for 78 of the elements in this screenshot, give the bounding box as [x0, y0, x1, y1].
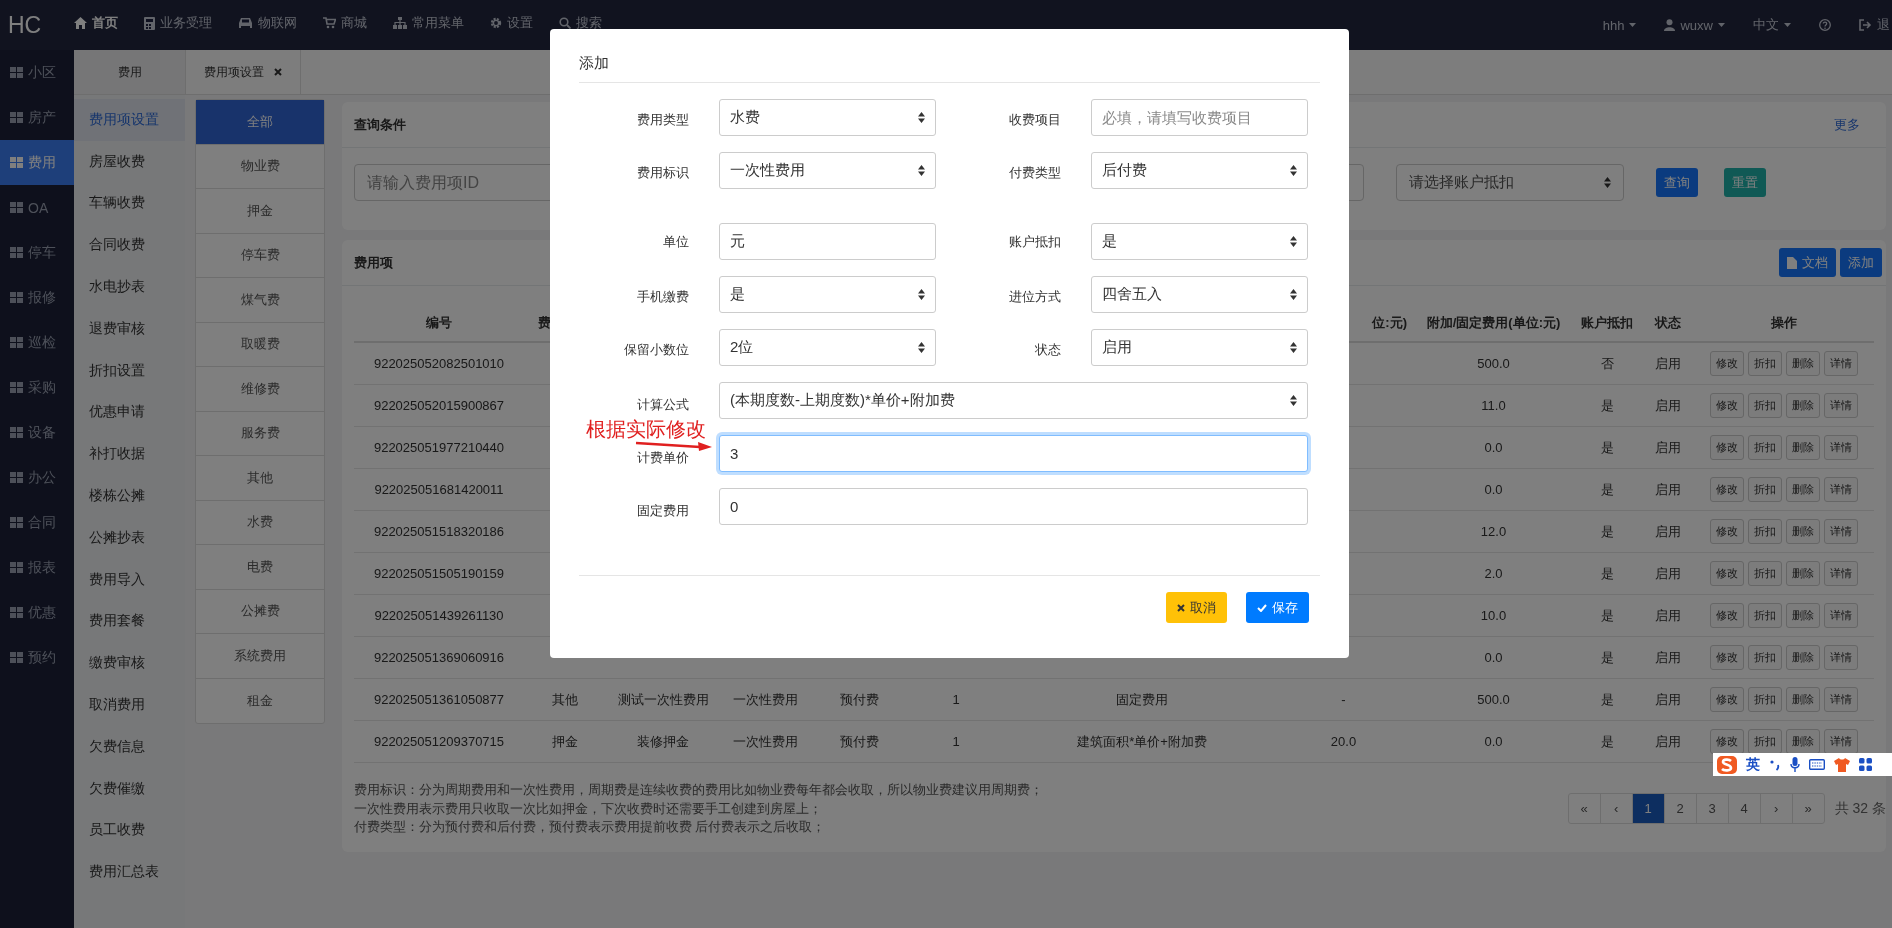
table-cell: 922025051505190159 [373, 566, 505, 581]
field-label: 计费单价 [637, 450, 689, 465]
table-cell: 启用 [1655, 397, 1681, 413]
table-cell: 启用 [1655, 691, 1681, 707]
field-label: 费用类型 [637, 111, 689, 127]
table-cell: 11.0 [1481, 398, 1506, 413]
table-cell: - [1341, 692, 1346, 707]
table-cell: 是 [1600, 607, 1614, 623]
table-cell: 启用 [1655, 523, 1681, 539]
field-label: 单位 [663, 234, 689, 249]
table-cell: 启用 [1655, 607, 1681, 623]
table-cell: 922025051209370715 [373, 734, 505, 749]
table-cell: 1 [952, 734, 960, 749]
table-cell: 是 [1600, 397, 1614, 413]
column-header: 位:元) [1372, 315, 1407, 330]
table-cell: 10.0 [1480, 608, 1507, 623]
table-cell: 启用 [1655, 439, 1681, 455]
table-cell: 是 [1600, 649, 1614, 665]
table-cell: 922025052015900867 [373, 398, 505, 413]
table-cell: 1 [952, 692, 960, 707]
card-title: 查询条件 [354, 115, 406, 134]
table-cell: 启用 [1655, 481, 1681, 497]
column-header: 编号 [426, 315, 452, 330]
field-label: 费用标识 [637, 164, 689, 180]
table-cell: 是 [1600, 565, 1614, 581]
table-cell: 预付费 [839, 691, 879, 707]
table-cell: 是 [1600, 733, 1614, 749]
column-header: 附加/固定费用(单位:元) [1426, 315, 1561, 330]
table-cell: 固定费用 [1116, 691, 1168, 707]
table-cell: 922025051518320186 [373, 524, 505, 539]
table-cell: 是 [1600, 523, 1614, 539]
field-label: 账户抵扣 [1009, 234, 1061, 249]
table-cell: 装修押金 [637, 733, 689, 749]
column-header: 费 [538, 315, 551, 330]
card-title: 费用项 [354, 253, 393, 272]
table-cell: 否 [1600, 355, 1614, 371]
field-label: 状态 [1035, 341, 1061, 357]
column-header: 状态 [1655, 315, 1681, 330]
table-cell: 启用 [1655, 565, 1681, 581]
table-cell: 922025051439261130 [374, 608, 504, 623]
table-cell: 是 [1600, 481, 1614, 497]
table-cell: 其他 [552, 691, 578, 707]
note-text: 付费类型：分为预付费和后付费，预付费表示费用提前收费 后付费表示之后收取； [354, 819, 827, 836]
field-label: 手机缴费 [637, 288, 689, 304]
annotation-text: 根据实际修改 [586, 418, 706, 441]
table-cell: 预付费 [839, 733, 879, 749]
table-cell: 12.0 [1480, 524, 1507, 539]
field-label: 付费类型 [1009, 164, 1061, 180]
total-count: 共 32 条 [1834, 799, 1886, 818]
table-cell: 922025051361050877 [373, 692, 505, 707]
table-cell: 922025051681420011 [374, 482, 504, 497]
table-cell: 启用 [1655, 355, 1681, 371]
field-label: 固定费用 [637, 503, 689, 518]
table-cell: 0.0 [1484, 734, 1503, 749]
column-header: 账户抵扣 [1581, 315, 1633, 330]
table-cell: 启用 [1655, 733, 1681, 749]
table-cell: 20.0 [1330, 734, 1357, 749]
dialog-title: 添加 [579, 54, 609, 73]
table-cell: 0.0 [1484, 482, 1503, 497]
table-cell: 500.0 [1477, 356, 1510, 371]
table-cell: 2.0 [1484, 566, 1503, 581]
table-cell: 922025051369060916 [373, 650, 505, 665]
table-cell: 押金 [552, 733, 578, 749]
table-cell: 建筑面积*单价+附加费 [1077, 733, 1207, 749]
field-label: 进位方式 [1009, 288, 1061, 304]
table-cell: 922025052082501010 [373, 356, 505, 371]
field-label: 计算公式 [637, 397, 689, 412]
table-cell: 0.0 [1484, 440, 1503, 455]
table-cell: 是 [1600, 439, 1614, 455]
table-cell: 0.0 [1484, 650, 1503, 665]
table-cell: 是 [1600, 691, 1614, 707]
logo: HC [7, 11, 43, 39]
field-label: 收费项目 [1009, 111, 1061, 127]
table-cell: 922025051977210440 [373, 440, 505, 455]
table-cell: 500.0 [1477, 692, 1510, 707]
column-header: 操作 [1771, 315, 1797, 330]
field-label: 保留小数位 [624, 341, 689, 357]
table-cell: 启用 [1655, 649, 1681, 665]
